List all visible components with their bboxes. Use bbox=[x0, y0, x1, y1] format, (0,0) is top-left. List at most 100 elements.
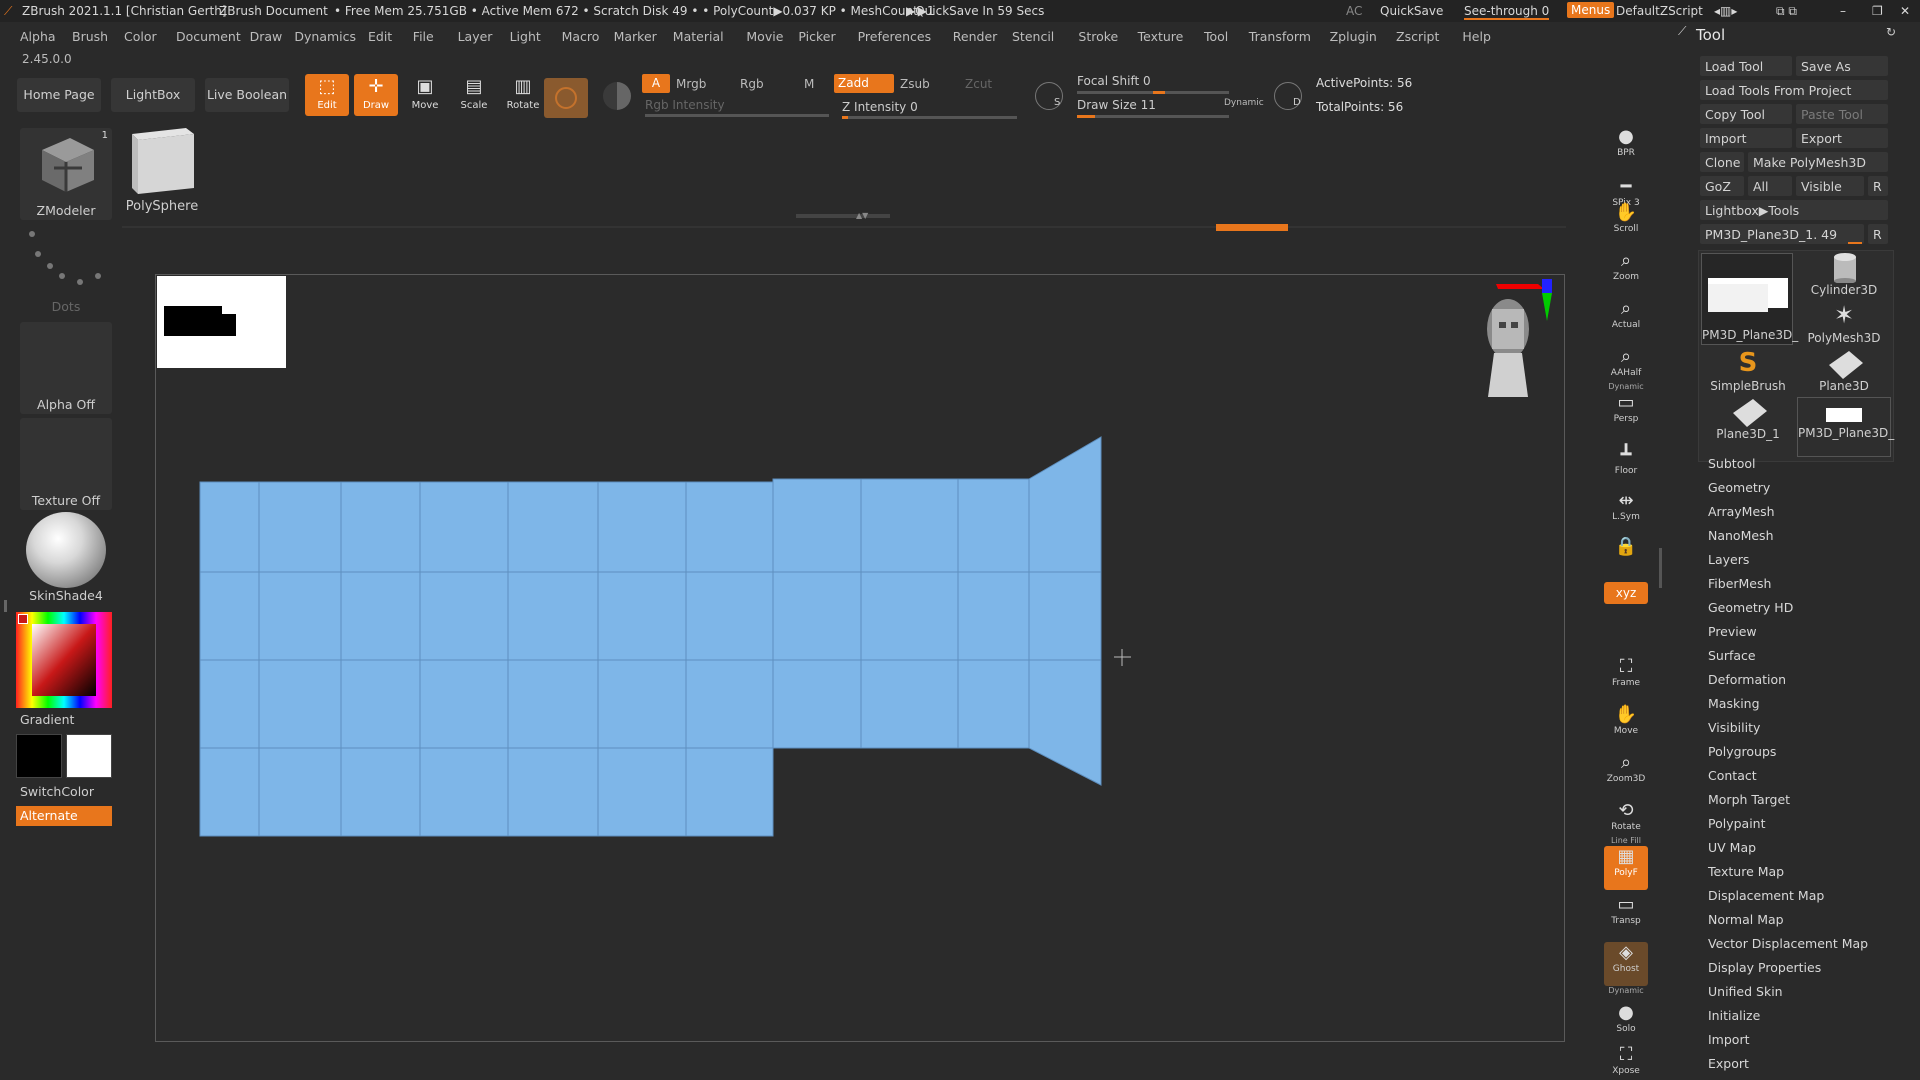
scroll-button[interactable]: ✋ Scroll bbox=[1604, 202, 1648, 234]
minimize-icon[interactable]: – bbox=[1840, 4, 1846, 18]
copy-tool-button[interactable]: Copy Tool bbox=[1700, 104, 1792, 124]
actual-button[interactable]: ⌕ Actual bbox=[1604, 298, 1648, 330]
window-layout-icon[interactable]: ⧉ ⧉ bbox=[1776, 4, 1797, 19]
goz-all-button[interactable]: All bbox=[1748, 176, 1792, 196]
menu-render[interactable]: Render bbox=[953, 29, 998, 44]
section-vector-displacement-map[interactable]: Vector Displacement Map bbox=[1708, 936, 1868, 951]
mesh-polygon[interactable] bbox=[340, 481, 421, 573]
right-shelf-handle[interactable] bbox=[1659, 548, 1662, 588]
mesh-polygon[interactable] bbox=[419, 481, 509, 573]
tray-collapse-handle[interactable] bbox=[4, 600, 7, 612]
color-square[interactable] bbox=[32, 624, 96, 696]
rgb-intensity-slider[interactable] bbox=[645, 114, 829, 117]
close-icon[interactable]: ✕ bbox=[1900, 4, 1910, 18]
menu-file[interactable]: File bbox=[413, 29, 434, 44]
m-toggle[interactable]: M bbox=[804, 77, 814, 91]
mesh-polygon[interactable] bbox=[507, 659, 599, 749]
import-button[interactable]: Import bbox=[1700, 128, 1792, 148]
menu-transform[interactable]: Transform bbox=[1249, 29, 1311, 44]
color-picker[interactable] bbox=[16, 612, 112, 708]
brush-selector[interactable]: 1 ZModeler bbox=[20, 128, 112, 220]
tool-selector[interactable]: PolySphere bbox=[124, 124, 200, 214]
pin-icon[interactable]: ⟋ bbox=[1678, 24, 1686, 39]
thumb-plane3d[interactable]: Plane3D bbox=[1797, 349, 1891, 395]
thumb-cylinder3d[interactable]: Cylinder3D bbox=[1797, 253, 1891, 299]
mesh-polygon[interactable] bbox=[419, 571, 509, 661]
home-page-button[interactable]: Home Page bbox=[17, 78, 101, 112]
canvas-viewport[interactable] bbox=[155, 274, 1565, 1042]
mesh-polygon[interactable] bbox=[860, 571, 959, 661]
section-visibility[interactable]: Visibility bbox=[1708, 720, 1760, 735]
mesh-canvas[interactable] bbox=[156, 275, 1566, 1043]
section-normal-map[interactable]: Normal Map bbox=[1708, 912, 1784, 927]
make-polymesh3d-button[interactable]: Make PolyMesh3D bbox=[1748, 152, 1888, 172]
plane-mesh[interactable] bbox=[199, 436, 1102, 837]
mesh-polygon[interactable] bbox=[860, 478, 959, 573]
navigation-head-icon[interactable] bbox=[1456, 279, 1560, 397]
ac-label[interactable]: AC bbox=[1346, 4, 1362, 18]
menu-zscript[interactable]: Zscript bbox=[1396, 29, 1439, 44]
mesh-polygon[interactable] bbox=[772, 478, 862, 573]
menu-movie[interactable]: Movie bbox=[746, 29, 783, 44]
section-unified-skin[interactable]: Unified Skin bbox=[1708, 984, 1783, 999]
section-uv-map[interactable]: UV Map bbox=[1708, 840, 1756, 855]
mesh-polygon[interactable] bbox=[419, 659, 509, 749]
mesh-polygon[interactable] bbox=[685, 571, 774, 661]
section-polygroups[interactable]: Polygroups bbox=[1708, 744, 1776, 759]
section-masking[interactable]: Masking bbox=[1708, 696, 1760, 711]
mesh-polygon[interactable] bbox=[685, 747, 774, 837]
quicksave-button[interactable]: QuickSave bbox=[1380, 4, 1443, 18]
primary-color-swatch[interactable] bbox=[16, 734, 62, 778]
thumb-pm3d-plane3d-2[interactable]: PM3D_Plane3D_ bbox=[1797, 397, 1894, 457]
mesh-polygon[interactable] bbox=[258, 481, 342, 573]
section-nanomesh[interactable]: NanoMesh bbox=[1708, 528, 1774, 543]
menu-picker[interactable]: Picker bbox=[798, 29, 835, 44]
mesh-polygon[interactable] bbox=[258, 571, 342, 661]
edit-button[interactable]: ⬚ Edit bbox=[305, 74, 349, 116]
mesh-polygon[interactable] bbox=[1028, 436, 1102, 573]
draw-button[interactable]: ✛ Draw bbox=[354, 74, 398, 116]
alternate-button[interactable]: Alternate bbox=[16, 806, 112, 826]
section-fibermesh[interactable]: FiberMesh bbox=[1708, 576, 1771, 591]
menu-marker[interactable]: Marker bbox=[614, 29, 657, 44]
dynamic-toggle[interactable]: Dynamic bbox=[1224, 98, 1264, 108]
stroke-selector[interactable]: Dots bbox=[20, 226, 112, 318]
mesh-polygon[interactable] bbox=[597, 659, 687, 749]
solo-button[interactable]: ● Solo bbox=[1604, 1002, 1648, 1034]
mesh-polygon[interactable] bbox=[199, 481, 260, 573]
frame-button[interactable]: ⛶ Frame bbox=[1604, 656, 1648, 688]
mesh-polygon[interactable] bbox=[860, 659, 959, 749]
menu-document[interactable]: Document bbox=[176, 29, 241, 44]
mesh-polygon[interactable] bbox=[685, 481, 774, 573]
mesh-polygon[interactable] bbox=[957, 571, 1030, 661]
mesh-polygon[interactable] bbox=[199, 571, 260, 661]
z-intensity-slider[interactable] bbox=[842, 116, 1017, 119]
rgb-toggle[interactable]: Rgb bbox=[740, 77, 764, 91]
paste-tool-button[interactable]: Paste Tool bbox=[1796, 104, 1888, 124]
mesh-polygon[interactable] bbox=[199, 747, 260, 837]
mesh-polygon[interactable] bbox=[1028, 659, 1102, 786]
draw-size-slider[interactable] bbox=[1077, 115, 1229, 118]
load-tools-from-project-button[interactable]: Load Tools From Project bbox=[1700, 80, 1888, 100]
mesh-polygon[interactable] bbox=[597, 747, 687, 837]
current-tool-slider[interactable]: PM3D_Plane3D_1. 49 bbox=[1700, 224, 1864, 244]
xyz-button[interactable]: xyz bbox=[1604, 582, 1648, 604]
section-layers[interactable]: Layers bbox=[1708, 552, 1749, 567]
menu-stroke[interactable]: Stroke bbox=[1078, 29, 1118, 44]
xpose-button[interactable]: ⛶ Xpose bbox=[1604, 1044, 1648, 1076]
aahalf-button[interactable]: ⌕ AAHalf bbox=[1604, 346, 1648, 378]
lock-button[interactable]: 🔒 bbox=[1604, 536, 1648, 558]
section-deformation[interactable]: Deformation bbox=[1708, 672, 1786, 687]
move-button[interactable]: ✋ Move bbox=[1604, 704, 1648, 736]
mesh-polygon[interactable] bbox=[340, 747, 421, 837]
dynamesh-sphere-icon[interactable] bbox=[603, 82, 631, 110]
mesh-polygon[interactable] bbox=[419, 747, 509, 837]
mesh-polygon[interactable] bbox=[340, 571, 421, 661]
shelf-scroll-handle[interactable] bbox=[796, 214, 890, 218]
goz-button[interactable]: GoZ bbox=[1700, 176, 1744, 196]
current-tool-r-button[interactable]: R bbox=[1868, 224, 1888, 244]
mesh-polygon[interactable] bbox=[199, 659, 260, 749]
zcut-toggle[interactable]: Zcut bbox=[965, 77, 992, 91]
section-surface[interactable]: Surface bbox=[1708, 648, 1756, 663]
mesh-polygon[interactable] bbox=[597, 481, 687, 573]
